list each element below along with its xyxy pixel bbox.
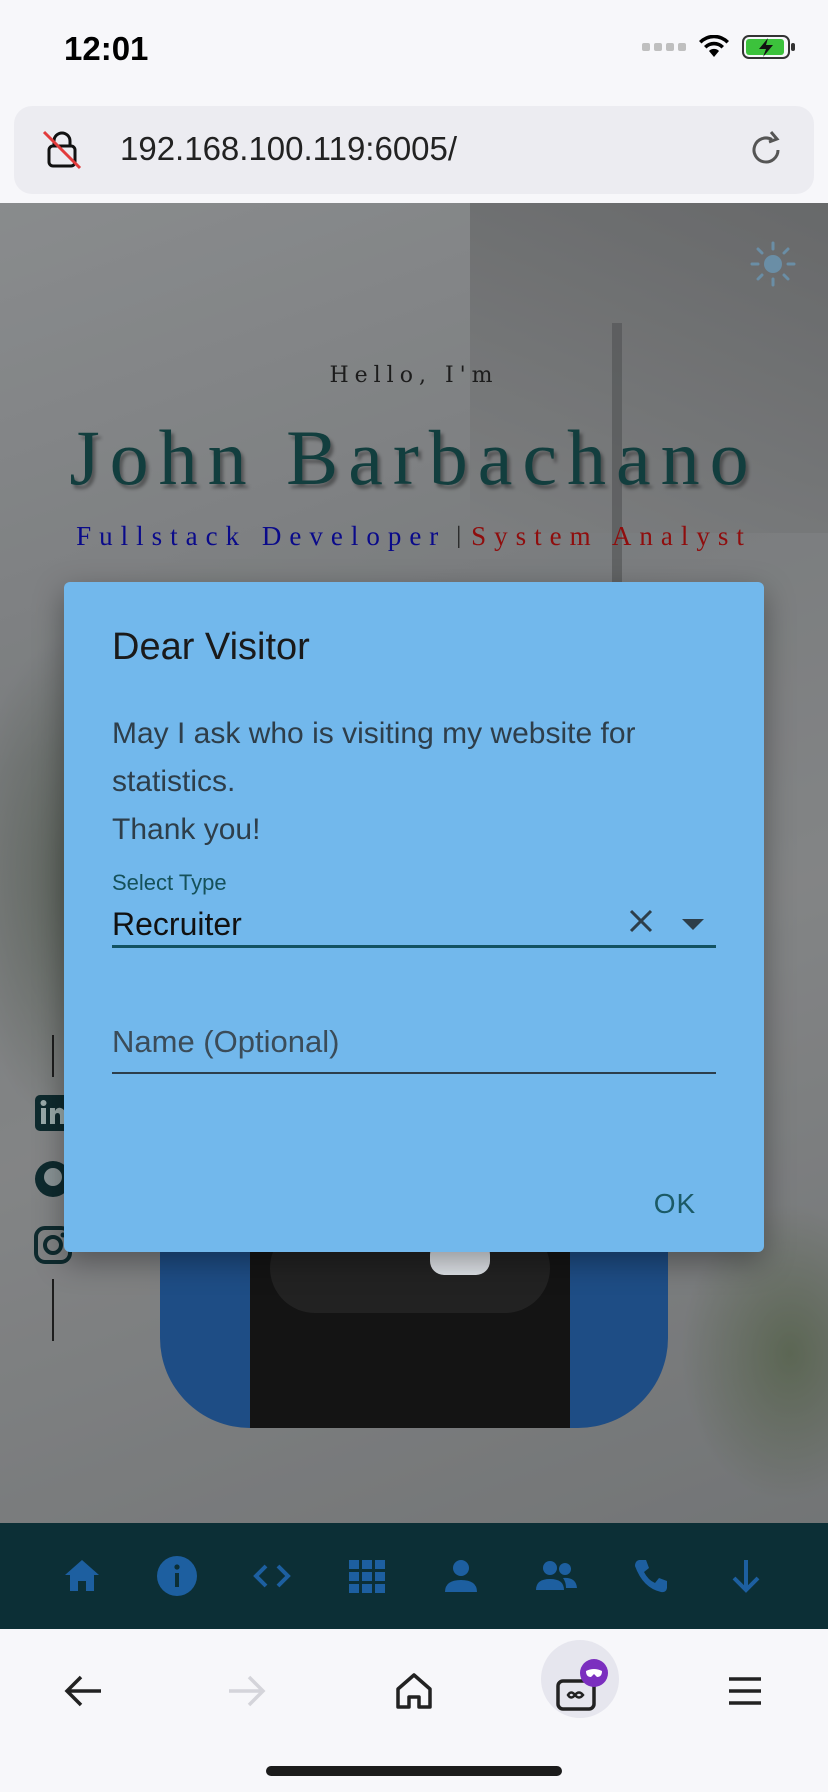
nav-contact[interactable]	[619, 1544, 683, 1608]
grid-icon	[348, 1560, 385, 1593]
greeting: Hello, I'm	[329, 363, 499, 388]
ok-button[interactable]: OK	[630, 1174, 720, 1234]
private-tabs-icon	[556, 1659, 608, 1711]
wifi-icon	[699, 35, 729, 57]
status-bar: 12:01	[0, 0, 828, 100]
people-icon	[536, 1561, 578, 1590]
hero-roles: Fullstack Developer | System Analyst	[0, 521, 828, 552]
nav-scroll-down[interactable]	[714, 1544, 778, 1608]
info-icon	[156, 1556, 197, 1596]
insecure-lock-icon	[42, 130, 82, 170]
address-bar[interactable]: 192.168.100.119:6005/	[14, 106, 814, 194]
dialog-message: May I ask who is visiting my website for…	[112, 710, 722, 854]
chevron-down-icon[interactable]	[676, 910, 710, 938]
social-divider-top	[52, 1035, 54, 1077]
name-input[interactable]	[112, 1014, 716, 1070]
hero-name: John Barbachano	[69, 414, 759, 501]
select-type-label: Select Type	[112, 870, 227, 895]
role-separator: |	[456, 523, 462, 549]
forward-button[interactable]	[212, 1656, 282, 1726]
home-indicator	[266, 1766, 562, 1776]
sun-icon[interactable]	[748, 239, 798, 289]
cellular-signal-icon	[642, 43, 686, 51]
hamburger-menu-icon	[729, 1677, 761, 1705]
nav-home[interactable]	[50, 1544, 114, 1608]
visitor-dialog: Dear Visitor May I ask who is visiting m…	[64, 582, 764, 1252]
status-time: 12:01	[64, 30, 149, 67]
browser-toolbar	[0, 1630, 828, 1792]
bottom-nav	[0, 1523, 828, 1629]
tabs-button[interactable]	[545, 1656, 615, 1726]
arrow-left-icon	[64, 1675, 101, 1707]
role-secondary: System Analyst	[471, 521, 752, 551]
url-text[interactable]: 192.168.100.119:6005/	[120, 130, 457, 168]
phone-icon	[635, 1560, 668, 1593]
battery-charging-icon	[742, 35, 795, 59]
home-icon	[65, 1560, 99, 1591]
home-outline-icon	[396, 1673, 432, 1709]
select-type-value[interactable]: Recruiter	[112, 906, 242, 943]
dialog-message-line: May I ask who is visiting my website for…	[112, 717, 636, 798]
code-icon	[252, 1564, 291, 1588]
dialog-title: Dear Visitor	[112, 626, 310, 668]
select-type-dropdown[interactable]: Recruiter	[112, 898, 716, 948]
bottom-nav-items	[50, 1523, 778, 1629]
name-field[interactable]	[112, 1014, 716, 1074]
person-icon	[445, 1560, 478, 1592]
dialog-message-line: Thank you!	[112, 813, 261, 846]
nav-clients[interactable]	[524, 1544, 588, 1608]
reload-icon[interactable]	[744, 128, 788, 172]
nav-about[interactable]	[145, 1544, 209, 1608]
arrow-down-icon	[732, 1560, 760, 1593]
role-primary: Fullstack Developer	[76, 521, 447, 551]
back-button[interactable]	[48, 1656, 118, 1726]
arrow-right-icon	[229, 1675, 266, 1707]
social-divider-bottom	[52, 1279, 54, 1341]
nav-profile[interactable]	[429, 1544, 493, 1608]
nav-skills[interactable]	[240, 1544, 304, 1608]
menu-button[interactable]	[710, 1656, 780, 1726]
clear-icon[interactable]	[624, 904, 658, 938]
home-button[interactable]	[379, 1656, 449, 1726]
nav-portfolio[interactable]	[335, 1544, 399, 1608]
status-icons	[642, 34, 796, 60]
